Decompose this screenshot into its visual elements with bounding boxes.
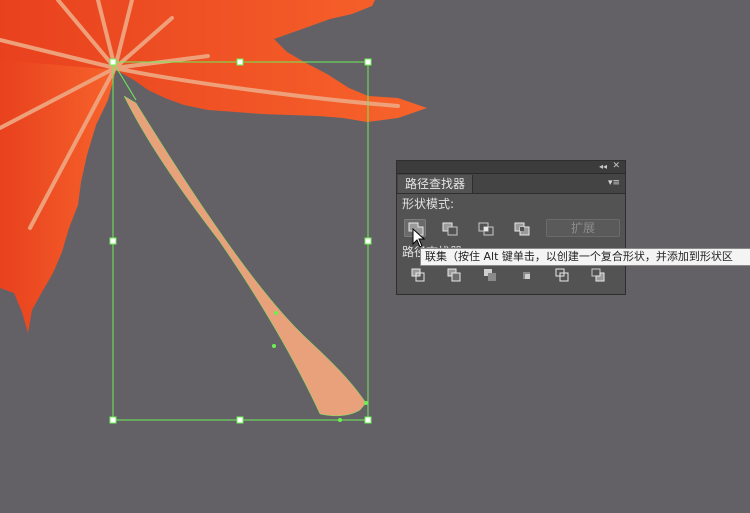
minus-back-icon — [591, 268, 605, 282]
intersect-button[interactable] — [474, 219, 496, 237]
crop-button[interactable] — [516, 267, 536, 283]
expand-button[interactable]: 扩展 — [546, 219, 620, 237]
merge-icon — [484, 269, 496, 281]
maple-leaf[interactable] — [0, 0, 427, 333]
close-icon[interactable]: ✕ — [612, 160, 620, 173]
intersect-icon — [478, 222, 494, 236]
collapse-icon[interactable]: ◂◂ — [599, 161, 607, 173]
divide-button[interactable] — [408, 267, 428, 283]
divide-icon — [411, 268, 425, 282]
outline-icon — [555, 268, 569, 282]
leaf-stem[interactable] — [123, 95, 367, 417]
minus-front-button[interactable] — [438, 219, 460, 237]
panel-tab-bar: 路径查找器 ▾≡ — [397, 174, 625, 194]
pathfinder-panel[interactable]: ◂◂ ✕ 路径查找器 ▾≡ 形状模式: 扩展 路径查找器: — [396, 160, 626, 295]
tab-pathfinder[interactable]: 路径查找器 — [398, 175, 474, 193]
exclude-icon — [514, 222, 530, 236]
minus-front-icon — [442, 222, 458, 236]
exclude-button[interactable] — [510, 219, 532, 237]
mouse-pointer-icon — [412, 228, 426, 248]
unite-tooltip: 联集（按住 Alt 键单击，以创建一个复合形状，并添加到形状区 — [420, 248, 750, 266]
shape-modes-label: 形状模式: — [402, 197, 455, 211]
panel-menu-icon[interactable]: ▾≡ — [608, 176, 620, 190]
minus-back-button[interactable] — [588, 267, 608, 283]
merge-button[interactable] — [480, 267, 500, 283]
crop-icon — [523, 272, 530, 279]
trim-icon — [447, 268, 461, 282]
trim-button[interactable] — [444, 267, 464, 283]
panel-drag-bar[interactable]: ◂◂ ✕ — [397, 161, 625, 174]
outline-button[interactable] — [552, 267, 572, 283]
